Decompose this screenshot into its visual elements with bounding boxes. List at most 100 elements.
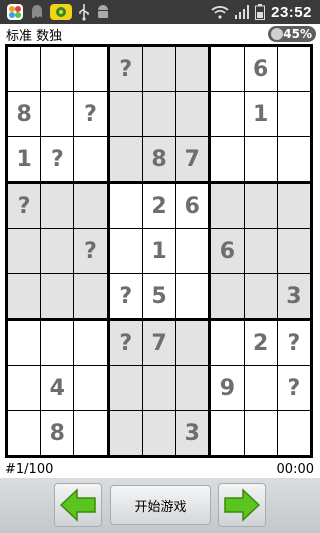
sudoku-cell[interactable] xyxy=(277,92,310,136)
sudoku-cell[interactable]: ? xyxy=(109,274,142,318)
sudoku-cell[interactable] xyxy=(74,47,107,91)
sudoku-cell[interactable] xyxy=(41,47,74,91)
sudoku-cell[interactable] xyxy=(277,184,310,228)
start-game-button[interactable]: 开始游戏 xyxy=(110,485,211,525)
sudoku-cell[interactable]: 1 xyxy=(8,137,41,181)
sudoku-cell[interactable] xyxy=(74,137,107,181)
sudoku-cell[interactable] xyxy=(244,137,277,181)
previous-puzzle-button[interactable] xyxy=(54,483,102,527)
sudoku-cell[interactable] xyxy=(142,411,176,455)
status-time: 23:52 xyxy=(271,3,312,21)
sudoku-cell[interactable] xyxy=(211,92,244,136)
sudoku-cell[interactable]: 6 xyxy=(211,229,244,273)
sudoku-cell[interactable] xyxy=(277,229,310,273)
sudoku-cell[interactable] xyxy=(244,184,277,228)
sudoku-cell[interactable]: 2 xyxy=(244,321,277,365)
sudoku-cell[interactable] xyxy=(176,47,209,91)
game-timer: 00:00 xyxy=(276,462,314,477)
sudoku-cell[interactable] xyxy=(74,411,107,455)
sudoku-cell[interactable]: ? xyxy=(277,366,310,410)
status-bar: 23:52 xyxy=(0,0,320,24)
sudoku-cell[interactable]: 6 xyxy=(244,47,277,91)
sudoku-cell[interactable] xyxy=(8,411,41,455)
sudoku-cell[interactable] xyxy=(109,184,142,228)
sudoku-cell[interactable] xyxy=(244,229,277,273)
next-puzzle-button[interactable] xyxy=(218,483,266,527)
sudoku-cell[interactable] xyxy=(211,411,244,455)
sudoku-cell[interactable] xyxy=(176,321,209,365)
sudoku-cell[interactable]: ? xyxy=(74,92,107,136)
sudoku-cell[interactable] xyxy=(211,321,244,365)
status-bar-notifications xyxy=(6,2,110,22)
sudoku-cell[interactable] xyxy=(41,184,74,228)
sudoku-cell[interactable] xyxy=(277,411,310,455)
sudoku-cell[interactable] xyxy=(74,366,107,410)
sudoku-cell[interactable] xyxy=(142,366,176,410)
sudoku-cell[interactable] xyxy=(41,229,74,273)
sudoku-cell[interactable]: 1 xyxy=(244,92,277,136)
sudoku-cell[interactable]: ? xyxy=(109,321,142,365)
sudoku-cell[interactable] xyxy=(41,321,74,365)
sudoku-cell[interactable] xyxy=(74,184,107,228)
sudoku-cell[interactable]: 9 xyxy=(211,366,244,410)
status-bar-system: 23:52 xyxy=(211,2,312,22)
sudoku-cell[interactable] xyxy=(211,47,244,91)
sudoku-cell[interactable]: 1 xyxy=(142,229,176,273)
game-icon xyxy=(50,3,72,21)
signal-icon xyxy=(235,5,250,19)
sudoku-cell[interactable] xyxy=(142,92,176,136)
sudoku-cell[interactable] xyxy=(244,411,277,455)
sudoku-cell[interactable] xyxy=(8,366,41,410)
sudoku-cell[interactable] xyxy=(277,47,310,91)
title-bar: 标准 数独 45% xyxy=(0,24,320,44)
sudoku-cell[interactable] xyxy=(41,274,74,318)
sudoku-cell[interactable] xyxy=(176,274,209,318)
sudoku-cell[interactable]: 8 xyxy=(142,137,176,181)
sudoku-cell[interactable] xyxy=(109,92,142,136)
info-bar: #1/100 00:00 xyxy=(0,461,320,479)
puzzle-index: #1/100 xyxy=(5,462,54,477)
sudoku-cell[interactable] xyxy=(244,366,277,410)
sudoku-cell[interactable]: 7 xyxy=(176,137,209,181)
sudoku-cell[interactable]: ? xyxy=(277,321,310,365)
sudoku-cell[interactable] xyxy=(8,229,41,273)
sudoku-cell[interactable] xyxy=(244,274,277,318)
sudoku-cell[interactable] xyxy=(109,137,142,181)
sudoku-cell[interactable] xyxy=(109,366,142,410)
battery-saver-icon xyxy=(271,28,283,40)
sudoku-cell[interactable] xyxy=(142,47,176,91)
sudoku-cell[interactable] xyxy=(109,411,142,455)
usb-icon xyxy=(78,3,90,21)
battery-icon xyxy=(255,4,266,20)
sudoku-cell[interactable]: 6 xyxy=(176,184,209,228)
sudoku-cell[interactable]: 7 xyxy=(142,321,176,365)
sudoku-cell[interactable] xyxy=(176,229,209,273)
sudoku-cell[interactable] xyxy=(8,321,41,365)
sudoku-cell[interactable] xyxy=(211,184,244,228)
sudoku-cell[interactable]: 4 xyxy=(41,366,74,410)
sudoku-cell[interactable] xyxy=(109,229,142,273)
sudoku-cell[interactable]: 5 xyxy=(142,274,176,318)
sudoku-cell[interactable] xyxy=(8,47,41,91)
sudoku-cell[interactable]: ? xyxy=(74,229,107,273)
sudoku-board: ? 6 8? 1 1? 8 7? 2 6? 1 6? 5 3? 7 2? 4 9? 8 3 xyxy=(5,44,313,458)
sudoku-cell[interactable]: 3 xyxy=(176,411,209,455)
app-center-icon xyxy=(6,3,24,21)
sudoku-cell[interactable] xyxy=(74,274,107,318)
sudoku-cell[interactable] xyxy=(74,321,107,365)
sudoku-cell[interactable] xyxy=(277,137,310,181)
sudoku-cell[interactable] xyxy=(176,366,209,410)
sudoku-cell[interactable]: 2 xyxy=(142,184,176,228)
sudoku-cell[interactable]: 8 xyxy=(8,92,41,136)
sudoku-cell[interactable]: ? xyxy=(8,184,41,228)
wifi-icon xyxy=(211,5,229,19)
sudoku-cell[interactable]: ? xyxy=(41,137,74,181)
sudoku-cell[interactable]: ? xyxy=(109,47,142,91)
sudoku-cell[interactable] xyxy=(8,274,41,318)
sudoku-cell[interactable] xyxy=(176,92,209,136)
sudoku-cell[interactable]: 3 xyxy=(277,274,310,318)
sudoku-cell[interactable] xyxy=(41,92,74,136)
sudoku-cell[interactable]: 8 xyxy=(41,411,74,455)
sudoku-cell[interactable] xyxy=(211,274,244,318)
sudoku-cell[interactable] xyxy=(211,137,244,181)
